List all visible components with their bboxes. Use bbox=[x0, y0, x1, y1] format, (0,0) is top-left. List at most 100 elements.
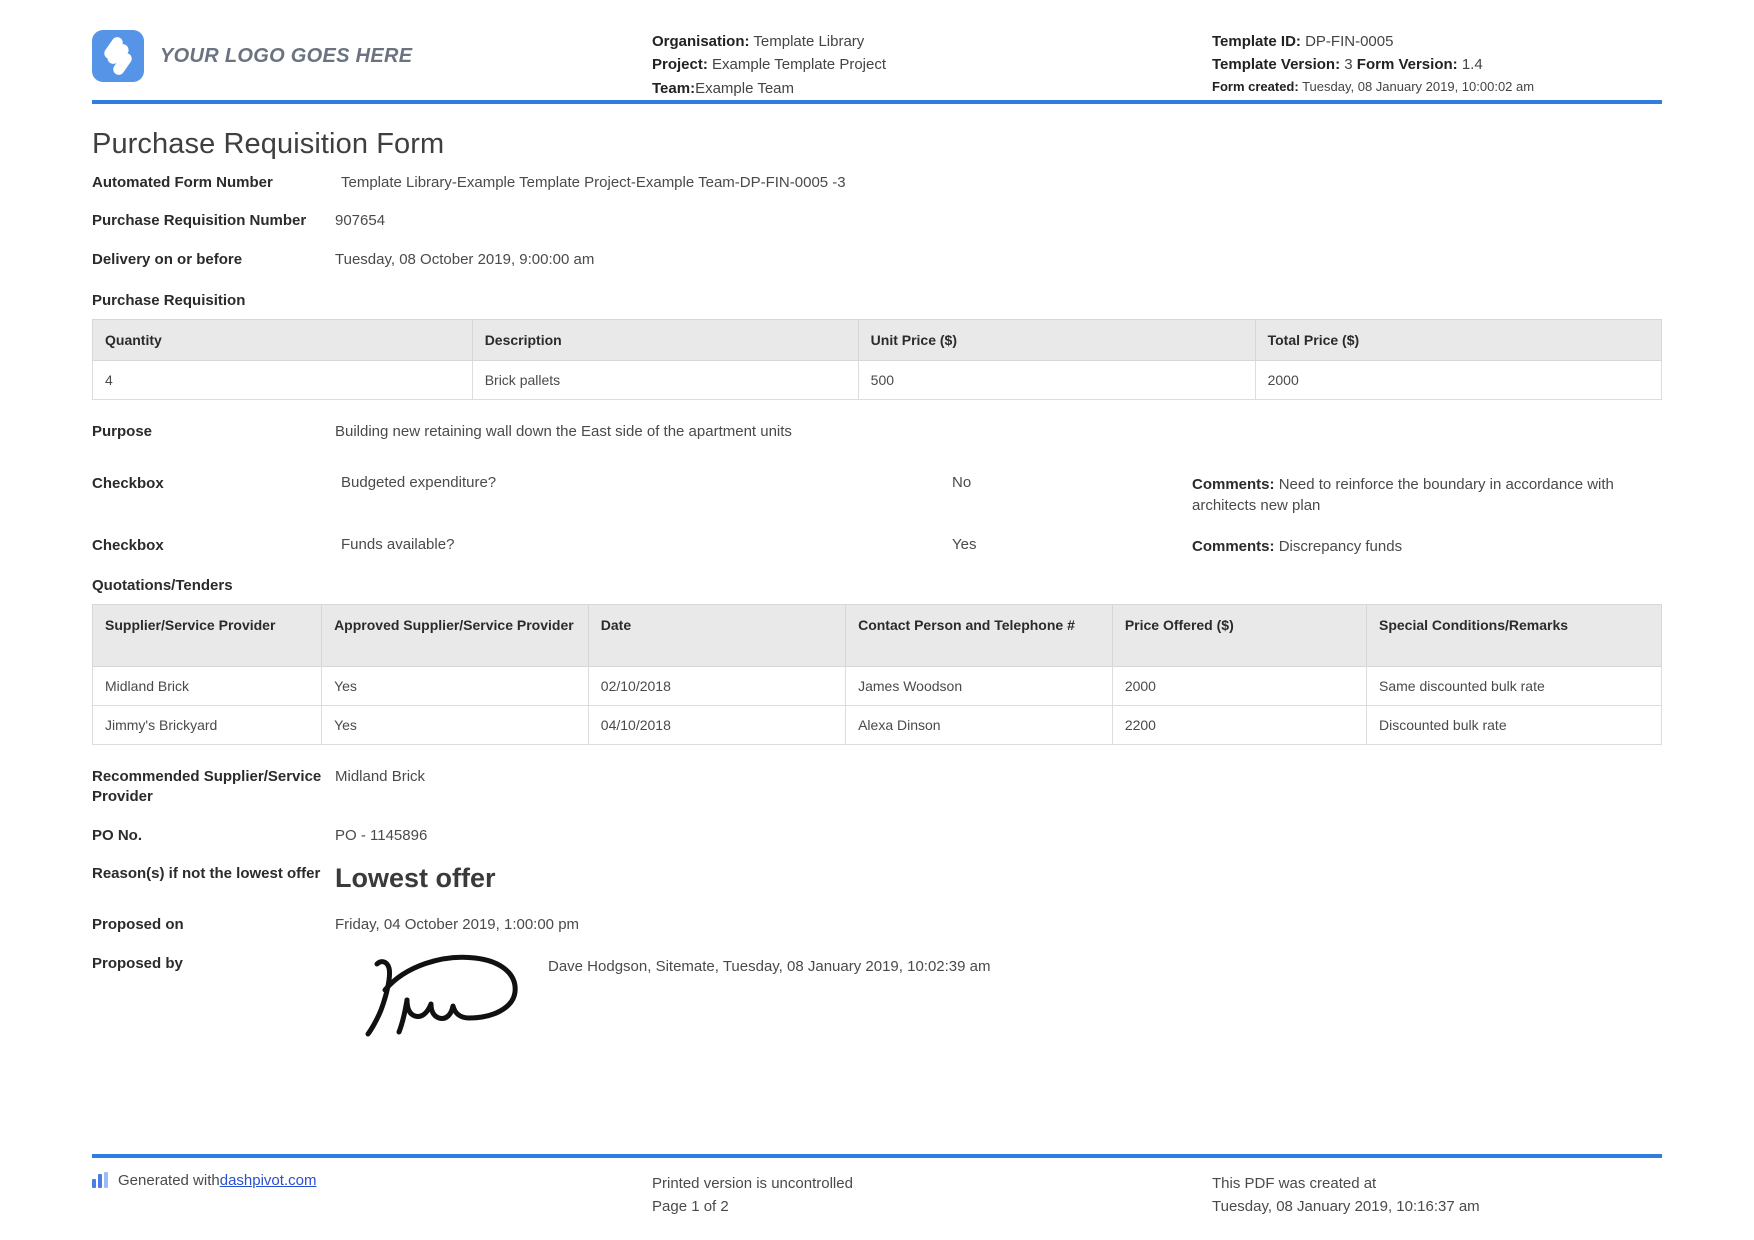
cell-total-price: 2000 bbox=[1255, 360, 1661, 399]
delivery-value: Tuesday, 08 October 2019, 9:00:00 am bbox=[335, 250, 1662, 270]
cell-approved-supplier: Yes bbox=[322, 706, 589, 745]
cell-date: 04/10/2018 bbox=[588, 706, 845, 745]
purpose-value: Building new retaining wall down the Eas… bbox=[335, 422, 1662, 442]
purchase-requisition-number-label: Purchase Requisition Number bbox=[92, 211, 335, 231]
purpose-label: Purpose bbox=[92, 422, 335, 442]
footer-generated-with: Generated with dashpivot.com bbox=[92, 1172, 652, 1189]
team-row: Team:Example Team bbox=[652, 77, 1212, 100]
cell-price-offered: 2000 bbox=[1112, 667, 1366, 706]
header-org-meta: Organisation: Template Library Project: … bbox=[652, 24, 1212, 100]
column-header-description: Description bbox=[472, 319, 858, 360]
form-version-value: 1.4 bbox=[1462, 56, 1483, 73]
field-proposed-on: Proposed on Friday, 04 October 2019, 1:0… bbox=[92, 915, 1662, 935]
bar-chart-icon bbox=[92, 1172, 110, 1188]
cell-supplier: Jimmy's Brickyard bbox=[93, 706, 322, 745]
table-header-row: Supplier/Service Provider Approved Suppl… bbox=[93, 605, 1662, 667]
team-label: Team: bbox=[652, 80, 695, 97]
field-delivery-on-or-before: Delivery on or before Tuesday, 08 Octobe… bbox=[92, 250, 1662, 270]
po-no-value: PO - 1145896 bbox=[335, 826, 1662, 846]
proposed-on-label: Proposed on bbox=[92, 915, 335, 935]
cell-special-conditions: Discounted bulk rate bbox=[1366, 706, 1661, 745]
reason-value: Lowest offer bbox=[335, 864, 1662, 894]
automated-form-number-label: Automated Form Number bbox=[92, 173, 335, 193]
checkbox-row-budgeted-expenditure: Checkbox Budgeted expenditure? No Commen… bbox=[92, 474, 1662, 516]
column-header-contact-person: Contact Person and Telephone # bbox=[846, 605, 1113, 667]
field-proposed-by: Proposed by Dave Hodgson, Sitemate, Tues… bbox=[92, 954, 1662, 1049]
field-po-no: PO No. PO - 1145896 bbox=[92, 826, 1662, 846]
form-created-value: Tuesday, 08 January 2019, 10:00:02 am bbox=[1302, 79, 1534, 94]
pdf-created-label: This PDF was created at bbox=[1212, 1172, 1662, 1195]
proposed-on-value: Friday, 04 October 2019, 1:00:00 pm bbox=[335, 915, 1662, 935]
field-purchase-requisition-number: Purchase Requisition Number 907654 bbox=[92, 211, 1662, 231]
organisation-value: Template Library bbox=[753, 33, 864, 50]
purchase-requisition-table: Quantity Description Unit Price ($) Tota… bbox=[92, 319, 1662, 400]
cell-unit-price: 500 bbox=[858, 360, 1255, 399]
document-header: YOUR LOGO GOES HERE Organisation: Templa… bbox=[92, 0, 1662, 104]
template-version-row: Template Version: 3 Form Version: 1.4 bbox=[1212, 53, 1662, 76]
template-version-label: Template Version: bbox=[1212, 56, 1340, 73]
column-header-supplier: Supplier/Service Provider bbox=[93, 605, 322, 667]
signature-image bbox=[335, 954, 548, 1049]
generated-prefix: Generated with bbox=[118, 1172, 220, 1189]
cell-description: Brick pallets bbox=[472, 360, 858, 399]
project-value: Example Template Project bbox=[712, 56, 886, 73]
comments-value-2: Discrepancy funds bbox=[1279, 538, 1402, 555]
cell-contact-person: Alexa Dinson bbox=[846, 706, 1113, 745]
proposed-by-value: Dave Hodgson, Sitemate, Tuesday, 08 Janu… bbox=[548, 954, 991, 975]
organisation-row: Organisation: Template Library bbox=[652, 30, 1212, 53]
purchase-requisition-number-value: 907654 bbox=[335, 211, 1662, 231]
form-created-row: Form created: Tuesday, 08 January 2019, … bbox=[1212, 77, 1662, 97]
cell-quantity: 4 bbox=[93, 360, 473, 399]
table-row: 4 Brick pallets 500 2000 bbox=[93, 360, 1662, 399]
table-row: Jimmy's Brickyard Yes 04/10/2018 Alexa D… bbox=[93, 706, 1662, 745]
header-template-meta: Template ID: DP-FIN-0005 Template Versio… bbox=[1212, 24, 1662, 97]
checkbox-label-2: Checkbox bbox=[92, 536, 335, 556]
checkbox-label-1: Checkbox bbox=[92, 474, 335, 494]
form-created-label: Form created: bbox=[1212, 79, 1299, 94]
column-header-price-offered: Price Offered ($) bbox=[1112, 605, 1366, 667]
proposed-by-label: Proposed by bbox=[92, 954, 335, 974]
template-version-value: 3 bbox=[1344, 56, 1352, 73]
cell-special-conditions: Same discounted bulk rate bbox=[1366, 667, 1661, 706]
cell-contact-person: James Woodson bbox=[846, 667, 1113, 706]
quotations-tenders-table: Supplier/Service Provider Approved Suppl… bbox=[92, 604, 1662, 745]
cell-approved-supplier: Yes bbox=[322, 667, 589, 706]
company-logo-icon bbox=[92, 30, 144, 82]
team-value: Example Team bbox=[695, 80, 794, 97]
purchase-requisition-section-label: Purchase Requisition bbox=[92, 292, 1662, 309]
delivery-label: Delivery on or before bbox=[92, 250, 335, 270]
dashpivot-link[interactable]: dashpivot.com bbox=[220, 1172, 317, 1189]
template-id-row: Template ID: DP-FIN-0005 bbox=[1212, 30, 1662, 53]
field-purpose: Purpose Building new retaining wall down… bbox=[92, 422, 1662, 442]
cell-supplier: Midland Brick bbox=[93, 667, 322, 706]
logo-text: YOUR LOGO GOES HERE bbox=[160, 45, 412, 68]
checkbox-row-funds-available: Checkbox Funds available? Yes Comments: … bbox=[92, 536, 1662, 557]
field-automated-form-number: Automated Form Number Template Library-E… bbox=[92, 173, 1662, 193]
document-footer: Generated with dashpivot.com Printed ver… bbox=[92, 1154, 1662, 1219]
template-id-value: DP-FIN-0005 bbox=[1305, 33, 1393, 50]
field-recommended-supplier: Recommended Supplier/Service Provider Mi… bbox=[92, 767, 1662, 808]
checkbox-comment-1: Comments: Need to reinforce the boundary… bbox=[1192, 474, 1662, 516]
comments-label-2: Comments: bbox=[1192, 538, 1275, 555]
project-label: Project: bbox=[652, 56, 708, 73]
footer-pdf-info: This PDF was created at Tuesday, 08 Janu… bbox=[1212, 1172, 1662, 1219]
checkbox-question-2: Funds available? bbox=[335, 536, 952, 553]
logo-block: YOUR LOGO GOES HERE bbox=[92, 24, 652, 82]
po-no-label: PO No. bbox=[92, 826, 335, 846]
automated-form-number-value: Template Library-Example Template Projec… bbox=[335, 173, 1662, 193]
field-reason-if-not-lowest: Reason(s) if not the lowest offer Lowest… bbox=[92, 864, 1662, 894]
page-title: Purchase Requisition Form bbox=[92, 128, 1662, 161]
quotations-section-label: Quotations/Tenders bbox=[92, 577, 1662, 594]
template-id-label: Template ID: bbox=[1212, 33, 1301, 50]
checkbox-answer-2: Yes bbox=[952, 536, 1192, 553]
column-header-unit-price: Unit Price ($) bbox=[858, 319, 1255, 360]
column-header-special-conditions: Special Conditions/Remarks bbox=[1366, 605, 1661, 667]
column-header-date: Date bbox=[588, 605, 845, 667]
organisation-label: Organisation: bbox=[652, 33, 750, 50]
reason-label: Reason(s) if not the lowest offer bbox=[92, 864, 335, 884]
form-version-label: Form Version: bbox=[1357, 56, 1458, 73]
checkbox-comment-2: Comments: Discrepancy funds bbox=[1192, 536, 1662, 557]
project-row: Project: Example Template Project bbox=[652, 53, 1212, 76]
recommended-supplier-value: Midland Brick bbox=[335, 767, 1662, 787]
pdf-created-timestamp: Tuesday, 08 January 2019, 10:16:37 am bbox=[1212, 1195, 1662, 1218]
